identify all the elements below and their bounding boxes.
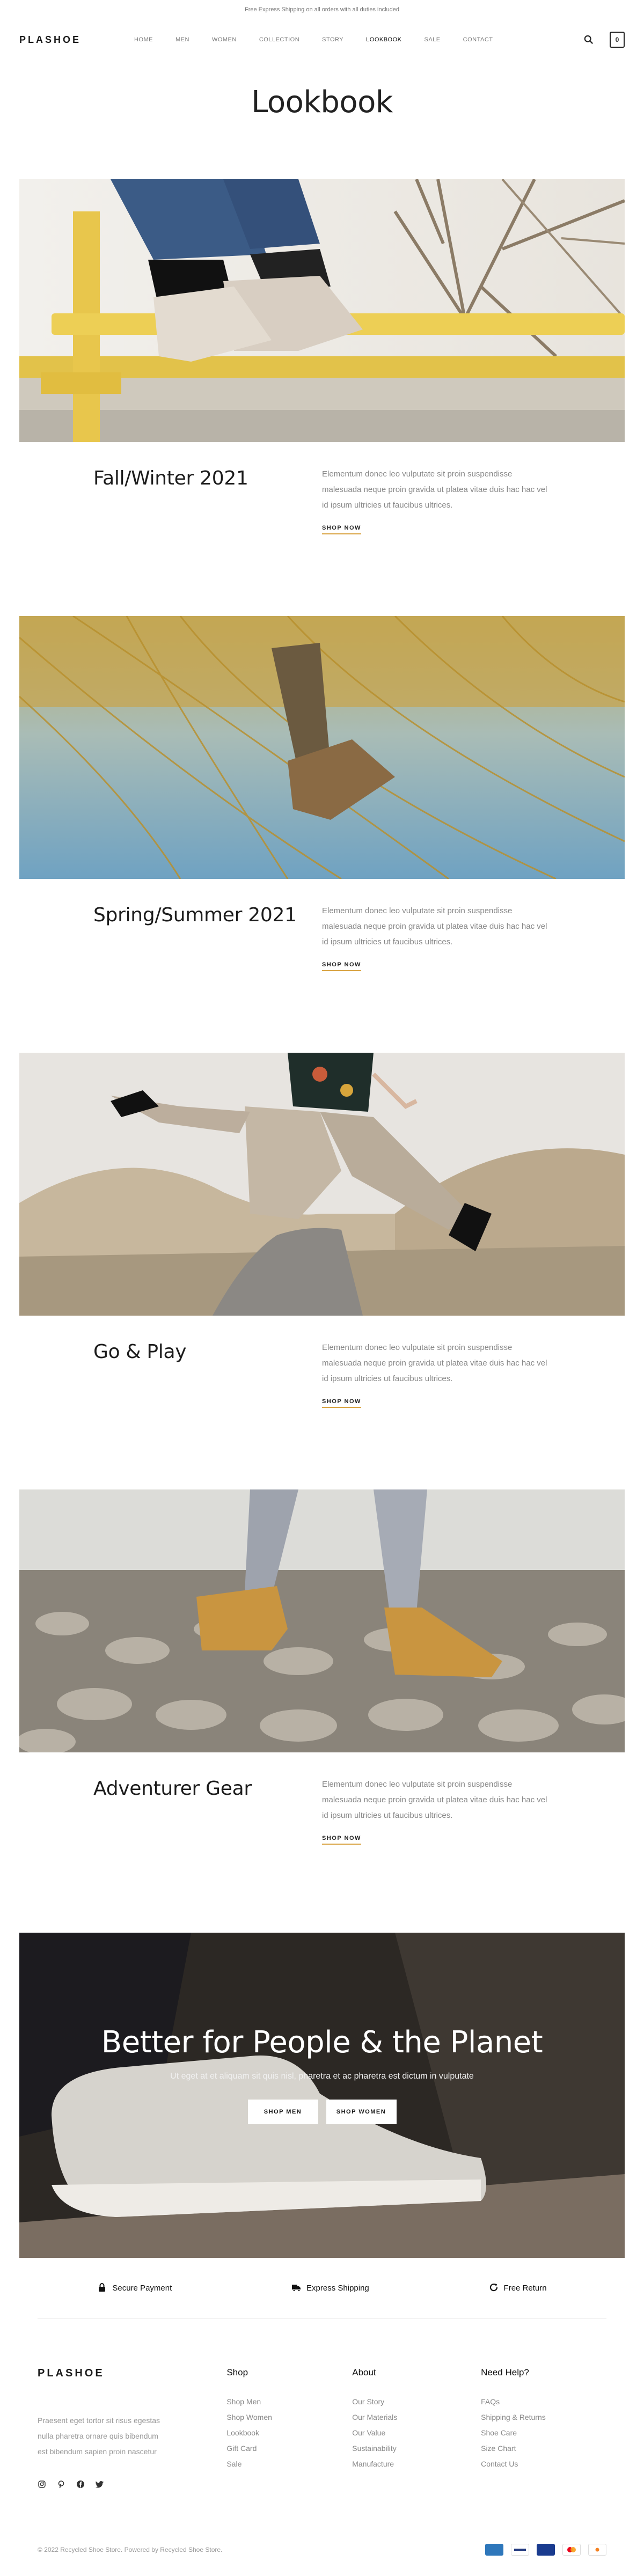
social-links <box>38 2480 226 2489</box>
cart-count: 0 <box>615 36 619 43</box>
nav-story[interactable]: STORY <box>322 36 343 43</box>
footer-link[interactable]: Lookbook <box>226 2425 352 2441</box>
nav-sale[interactable]: SALE <box>425 36 441 43</box>
shop-now-link[interactable]: SHOP NOW <box>322 525 361 534</box>
look-description: Elementum donec leo vulputate sit proin … <box>322 1343 547 1383</box>
nav-home[interactable]: HOME <box>134 36 153 43</box>
announcement-text: Free Express Shipping on all orders with… <box>245 6 399 13</box>
visa-icon <box>537 2543 555 2556</box>
look-description: Elementum donec leo vulputate sit proin … <box>322 1780 547 1820</box>
nav-men[interactable]: MEN <box>175 36 189 43</box>
discover-icon <box>588 2543 606 2556</box>
footer-link[interactable]: Sale <box>226 2456 352 2472</box>
footer-link[interactable]: Our Story <box>352 2394 481 2410</box>
look-title: Fall/Winter 2021 <box>93 467 248 489</box>
look-image <box>19 1489 625 1752</box>
copyright-text: © 2022 Recycled Shoe Store. Powered by R… <box>38 2545 223 2553</box>
look-image <box>19 1053 625 1316</box>
footer-link[interactable]: Shop Men <box>226 2394 352 2410</box>
truck-icon <box>291 2283 301 2294</box>
shop-now-link[interactable]: SHOP NOW <box>322 1835 361 1845</box>
footer-link[interactable]: Our Materials <box>352 2410 481 2425</box>
announcement-bar: Free Express Shipping on all orders with… <box>0 0 644 19</box>
payment-methods <box>485 2543 606 2556</box>
feature-label: Secure Payment <box>112 2284 172 2293</box>
page-title: Lookbook <box>251 85 393 120</box>
site-logo[interactable]: PLASHOE <box>19 34 81 46</box>
look-description: Elementum donec leo vulputate sit proin … <box>322 469 547 510</box>
look-title: Spring/Summer 2021 <box>93 904 297 926</box>
footer-col-help: Need Help? FAQs Shipping & Returns Shoe … <box>481 2367 606 2523</box>
amex-icon <box>485 2543 503 2556</box>
cart-button[interactable]: 0 <box>610 32 625 48</box>
pinterest-icon[interactable] <box>57 2480 65 2489</box>
lock-icon <box>97 2283 107 2294</box>
refresh-icon <box>489 2283 499 2294</box>
feature-express-shipping: Express Shipping <box>291 2283 369 2294</box>
site-footer: PLASHOE Praesent eget tortor sit risus e… <box>0 2319 644 2523</box>
footer-link[interactable]: FAQs <box>481 2394 606 2410</box>
footer-col-title: About <box>352 2367 376 2377</box>
look-image <box>19 179 625 442</box>
hero-subtitle: Ut eget at et aliquam sit quis nisl, pha… <box>170 2072 474 2081</box>
footer-logo[interactable]: PLASHOE <box>38 2367 226 2380</box>
footer-link[interactable]: Shoe Care <box>481 2425 606 2441</box>
feature-secure-payment: Secure Payment <box>97 2283 172 2294</box>
footer-bottom: © 2022 Recycled Shoe Store. Powered by R… <box>38 2523 606 2576</box>
look-title: Go & Play <box>93 1341 187 1363</box>
footer-link[interactable]: Shop Women <box>226 2410 352 2425</box>
footer-link[interactable]: Shipping & Returns <box>481 2410 606 2425</box>
hero-title: Better for People & the Planet <box>101 2025 543 2060</box>
footer-link[interactable]: Manufacture <box>352 2456 481 2472</box>
nav-contact[interactable]: CONTACT <box>463 36 493 43</box>
feature-bar: Secure Payment Express Shipping Free Ret… <box>38 2258 606 2319</box>
feature-label: Express Shipping <box>306 2284 369 2293</box>
look-item: Fall/Winter 2021 Elementum donec leo vul… <box>0 179 644 616</box>
footer-link[interactable]: Size Chart <box>481 2441 606 2456</box>
mastercard-icon <box>562 2543 581 2556</box>
instagram-icon[interactable] <box>38 2480 46 2489</box>
footer-about: Praesent eget tortor sit risus egestas n… <box>38 2416 160 2456</box>
look-title: Adventurer Gear <box>93 1778 252 1800</box>
look-description: Elementum donec leo vulputate sit proin … <box>322 906 547 946</box>
main-nav: HOME MEN WOMEN COLLECTION STORY LOOKBOOK… <box>134 36 516 43</box>
shop-women-button[interactable]: SHOP WOMEN <box>326 2100 397 2124</box>
footer-link[interactable]: Gift Card <box>226 2441 352 2456</box>
footer-link[interactable]: Sustainability <box>352 2441 481 2456</box>
facebook-icon[interactable] <box>76 2480 85 2489</box>
look-item: Go & Play Elementum donec leo vulputate … <box>0 1053 644 1489</box>
search-icon[interactable] <box>584 35 594 45</box>
look-item: Adventurer Gear Elementum donec leo vulp… <box>0 1489 644 1926</box>
feature-label: Free Return <box>503 2284 547 2293</box>
twitter-icon[interactable] <box>96 2480 104 2489</box>
shop-men-button[interactable]: SHOP MEN <box>247 2100 318 2124</box>
nav-lookbook[interactable]: LOOKBOOK <box>366 36 401 43</box>
footer-link[interactable]: Contact Us <box>481 2456 606 2472</box>
look-image <box>19 616 625 879</box>
shop-now-link[interactable]: SHOP NOW <box>322 962 361 971</box>
look-item: Spring/Summer 2021 Elementum donec leo v… <box>0 616 644 1053</box>
footer-col-about: About Our Story Our Materials Our Value … <box>352 2367 481 2523</box>
lookbook-list: Fall/Winter 2021 Elementum donec leo vul… <box>0 179 644 1926</box>
hero-banner: Better for People & the Planet Ut eget a… <box>19 1933 625 2258</box>
footer-col-title: Shop <box>226 2367 248 2377</box>
footer-link[interactable]: Our Value <box>352 2425 481 2441</box>
site-header: PLASHOE HOME MEN WOMEN COLLECTION STORY … <box>0 19 644 60</box>
paypal-icon <box>511 2543 529 2556</box>
shop-now-link[interactable]: SHOP NOW <box>322 1398 361 1408</box>
nav-women[interactable]: WOMEN <box>212 36 237 43</box>
feature-free-return: Free Return <box>489 2283 547 2294</box>
footer-col-title: Need Help? <box>481 2367 529 2377</box>
nav-collection[interactable]: COLLECTION <box>259 36 299 43</box>
footer-col-shop: Shop Shop Men Shop Women Lookbook Gift C… <box>226 2367 352 2523</box>
